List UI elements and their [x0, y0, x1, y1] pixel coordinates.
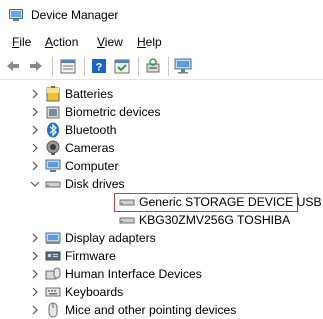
forward-icon	[30, 61, 42, 71]
firmware-icon	[45, 251, 61, 261]
mouse-icon	[48, 302, 58, 318]
tree-item-human-interface-devices[interactable]: Human Interface Devices	[0, 265, 323, 283]
disk-drive-icon	[45, 181, 61, 188]
toolbar-separator	[84, 57, 85, 76]
tree-item-label: Cameras	[65, 141, 115, 155]
tree-item-label: Mice and other pointing devices	[65, 303, 237, 317]
tree-item-label: Batteries	[65, 87, 114, 101]
menu-file[interactable]: File	[12, 35, 31, 49]
camera-icon	[46, 140, 60, 155]
tree-item-label: Human Interface Devices	[65, 267, 202, 281]
properties-icon	[60, 59, 76, 73]
help-button[interactable]: ?	[88, 56, 110, 76]
hid-icon	[45, 267, 61, 280]
tree-item-display-adapters[interactable]: Display adapters	[0, 229, 323, 247]
tree-item-disk-drives[interactable]: Disk drives	[0, 175, 323, 193]
forward-button[interactable]	[25, 56, 47, 76]
show-hidden-icon	[114, 59, 130, 73]
window-title: Device Manager	[31, 8, 119, 22]
disk-drive-icon	[119, 217, 135, 224]
computer-icon	[45, 159, 61, 172]
toolbar: ?	[0, 53, 323, 80]
tree-item-label: Biometric devices	[65, 105, 161, 119]
toolbar-separator	[138, 57, 139, 76]
chevron-right-icon[interactable]	[30, 143, 40, 153]
biometric-icon	[46, 106, 60, 119]
tree-item-mice[interactable]: Mice and other pointing devices	[0, 301, 323, 319]
chevron-right-icon[interactable]	[30, 233, 40, 243]
menu-action[interactable]: Action	[45, 35, 78, 49]
disk-drive-icon	[119, 199, 135, 206]
tree-item-label: Generic STORAGE DEVICE USB Device	[139, 195, 323, 209]
device-manager-icon	[9, 9, 23, 21]
menu-view[interactable]: View	[97, 35, 123, 49]
tree-item-cameras[interactable]: Cameras	[0, 139, 323, 157]
chevron-right-icon[interactable]	[30, 251, 40, 261]
tree-item-keyboards[interactable]: Keyboards	[0, 283, 323, 301]
tree-item-label: Computer	[65, 159, 119, 173]
svg-text:?: ?	[96, 62, 103, 74]
tree-item-generic-storage-device[interactable]: Generic STORAGE DEVICE USB Device	[0, 193, 323, 211]
chevron-right-icon[interactable]	[30, 107, 40, 117]
help-icon: ?	[92, 59, 106, 74]
back-icon	[7, 61, 19, 71]
menu-help[interactable]: Help	[137, 35, 162, 49]
bluetooth-icon	[47, 122, 59, 138]
show-hidden-button[interactable]	[111, 56, 133, 76]
chevron-right-icon[interactable]	[30, 89, 40, 99]
toolbar-separator	[52, 57, 53, 76]
tree-item-label: Firmware	[65, 249, 116, 263]
tree-item-kbg30zmv256g-toshiba[interactable]: KBG30ZMV256G TOSHIBA	[0, 211, 323, 229]
display-adapter-icon	[45, 232, 61, 244]
chevron-right-icon[interactable]	[30, 161, 40, 171]
properties-button[interactable]	[57, 56, 79, 76]
tree-item-label: Disk drives	[65, 177, 125, 191]
chevron-down-icon[interactable]	[30, 179, 40, 189]
toolbar-separator	[168, 57, 169, 76]
title-bar: Device Manager	[0, 0, 323, 31]
chevron-right-icon[interactable]	[30, 305, 40, 315]
device-tree: Batteries Biometric devices Bluetooth Ca…	[0, 81, 323, 319]
back-button[interactable]	[2, 56, 24, 76]
tree-item-biometric-devices[interactable]: Biometric devices	[0, 103, 323, 121]
tree-item-bluetooth[interactable]: Bluetooth	[0, 121, 323, 139]
scan-hardware-icon	[146, 58, 160, 73]
tree-item-label: Display adapters	[65, 231, 156, 245]
monitor-button[interactable]	[172, 56, 194, 76]
tree-item-label: Bluetooth	[65, 123, 117, 137]
keyboard-icon	[45, 287, 61, 297]
monitor-icon	[174, 58, 192, 74]
scan-hardware-button[interactable]	[142, 56, 164, 76]
chevron-right-icon[interactable]	[30, 287, 40, 297]
tree-item-computer[interactable]: Computer	[0, 157, 323, 175]
chevron-right-icon[interactable]	[30, 269, 40, 279]
tree-item-firmware[interactable]: Firmware	[0, 247, 323, 265]
tree-item-label: KBG30ZMV256G TOSHIBA	[139, 213, 291, 227]
chevron-right-icon[interactable]	[30, 125, 40, 135]
menu-bar: File Action View Help	[0, 31, 323, 53]
battery-icon	[46, 86, 60, 102]
tree-item-batteries[interactable]: Batteries	[0, 85, 323, 103]
tree-item-label: Keyboards	[65, 285, 124, 299]
